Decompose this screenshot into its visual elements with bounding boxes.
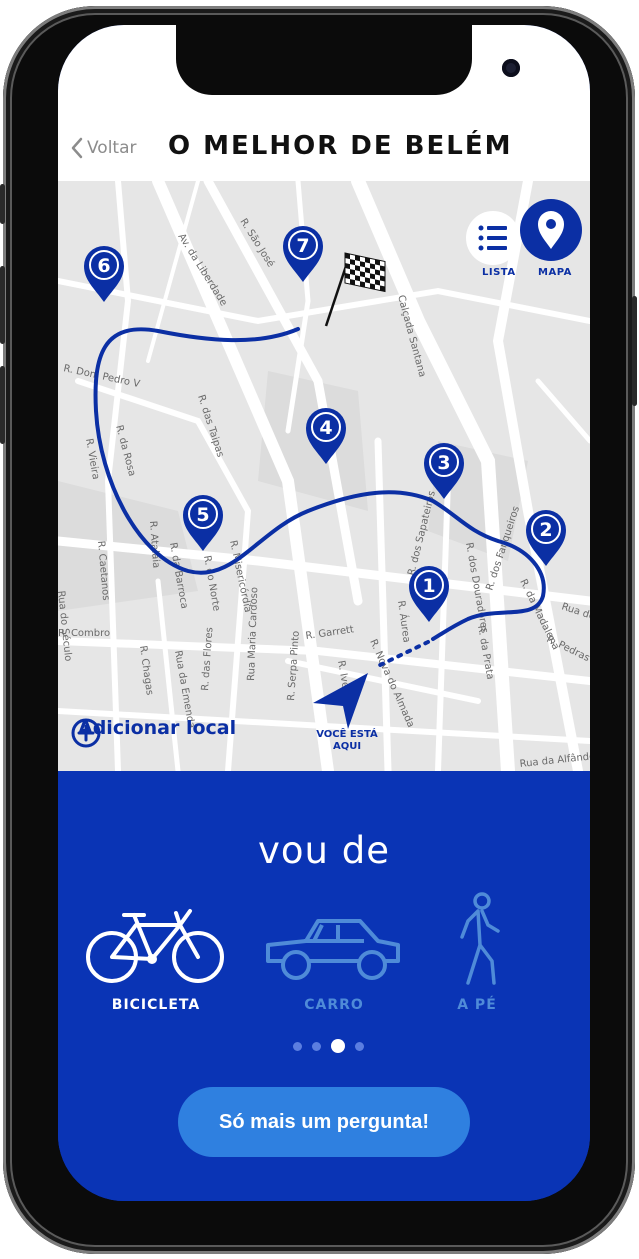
- pedestrian-icon: [460, 892, 500, 985]
- power-button: [632, 296, 637, 406]
- plus-circle-icon: [71, 718, 101, 748]
- map-view[interactable]: Av. da Liberdade R. São José Calçada San…: [58, 181, 590, 771]
- transport-option-walk[interactable]: A PÉ: [442, 891, 512, 1013]
- back-label: Voltar: [87, 138, 137, 158]
- pin-number: 4: [319, 417, 332, 439]
- camera: [502, 59, 520, 77]
- pin-number: 3: [437, 452, 450, 474]
- map-pin-icon: [538, 211, 564, 249]
- pin-number: 5: [196, 504, 209, 526]
- list-toggle-label: LISTA: [482, 267, 516, 278]
- volume-down-button: [0, 366, 5, 444]
- page-indicator: [288, 1039, 369, 1053]
- back-button[interactable]: Voltar: [70, 137, 137, 159]
- transport-option-bicycle[interactable]: BICICLETA: [86, 903, 226, 1013]
- bicycle-icon: [86, 909, 224, 983]
- you-are-here-label: VOCÊ ESTÁ AQUI: [316, 729, 378, 752]
- transport-panel: vou de BICICLETA CARRO A PÉ Só mais um p…: [58, 771, 590, 1201]
- chevron-left-icon: [71, 137, 83, 159]
- list-view-toggle[interactable]: [466, 211, 520, 265]
- car-label: CARRO: [304, 997, 364, 1013]
- notch: [176, 25, 520, 95]
- page-dot[interactable]: [293, 1041, 302, 1051]
- transport-option-car[interactable]: CARRO: [264, 911, 404, 1013]
- phone-frame: Voltar O MELHOR DE BELÉM Av. da Liberdad…: [0, 6, 637, 1254]
- walk-label: A PÉ: [457, 997, 497, 1013]
- map-view-toggle[interactable]: [520, 199, 582, 261]
- pin-number: 6: [97, 255, 110, 277]
- mute-switch: [0, 184, 5, 224]
- page-dot[interactable]: [355, 1041, 364, 1051]
- pin-number: 2: [539, 519, 552, 541]
- car-icon: [266, 919, 400, 980]
- add-place-button[interactable]: Adicionar local: [70, 717, 236, 748]
- next-question-button[interactable]: Só mais um pergunta!: [178, 1087, 470, 1157]
- pin-number: 7: [296, 235, 309, 257]
- page-title: O MELHOR DE BELÉM: [168, 131, 513, 161]
- bicycle-label: BICICLETA: [111, 997, 201, 1013]
- street-label: R. Combro: [58, 628, 110, 639]
- map-toggle-label: MAPA: [538, 267, 572, 278]
- page-dot-active[interactable]: [331, 1039, 345, 1053]
- page-dot[interactable]: [312, 1041, 321, 1051]
- list-icon: [478, 225, 507, 251]
- pin-number: 1: [422, 575, 435, 597]
- screen: Voltar O MELHOR DE BELÉM Av. da Liberdad…: [58, 25, 590, 1201]
- volume-up-button: [0, 266, 5, 344]
- transport-heading: vou de: [258, 829, 390, 872]
